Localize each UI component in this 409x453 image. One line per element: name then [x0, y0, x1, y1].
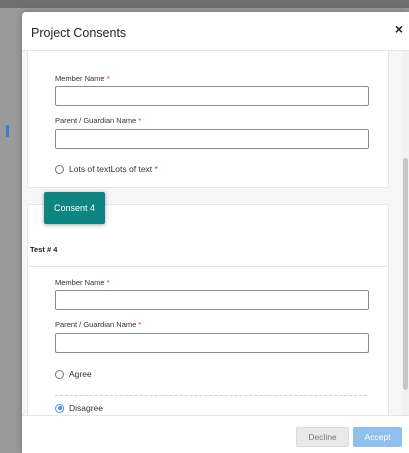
scrollbar-track[interactable] [402, 51, 409, 415]
consent-tab[interactable]: Consent 4 [44, 192, 105, 224]
modal-header: Project Consents × [22, 12, 409, 51]
modal-footer: Decline Accept [22, 415, 409, 453]
agree-label: Agree [69, 369, 92, 379]
option-divider [55, 395, 367, 396]
scrollbar-thumb[interactable] [403, 158, 408, 390]
parent-guardian-label: Parent / Guardian Name * [55, 116, 142, 125]
radio-icon[interactable] [55, 369, 64, 379]
consent-option-label: Lots of textLots of text [69, 164, 153, 174]
parent-guardian-input[interactable] [55, 129, 369, 149]
modal-title: Project Consents [31, 26, 127, 40]
accept-button[interactable]: Accept [353, 427, 402, 447]
radio-icon[interactable] [55, 403, 64, 413]
radio-icon[interactable] [55, 164, 64, 174]
member-name-label: Member Name * [55, 74, 110, 83]
card-divider [28, 266, 388, 267]
consent-card-3: Member Name * Parent / Guardian Name * L… [27, 51, 389, 188]
project-consents-modal: Project Consents × Member Name * Parent … [22, 12, 409, 453]
close-icon[interactable]: × [395, 22, 403, 36]
member-name-input[interactable] [55, 86, 369, 106]
member-name-input[interactable] [55, 290, 369, 310]
parent-guardian-label: Parent / Guardian Name * [55, 320, 142, 329]
agree-option[interactable]: Agree [55, 369, 92, 379]
consent-card-4: Test # 4 Member Name * Parent / Guardian… [27, 204, 389, 415]
disagree-option[interactable]: Disagree [55, 403, 103, 413]
consent-option-row[interactable]: Lots of textLots of text * [55, 164, 158, 174]
modal-body: Member Name * Parent / Guardian Name * L… [22, 51, 409, 415]
parent-guardian-input[interactable] [55, 333, 369, 353]
member-name-label: Member Name * [55, 278, 110, 287]
disagree-label: Disagree [69, 403, 104, 413]
decline-button[interactable]: Decline [296, 427, 349, 447]
background-accent-mark [6, 125, 9, 137]
consent-title: Test # 4 [30, 245, 58, 254]
